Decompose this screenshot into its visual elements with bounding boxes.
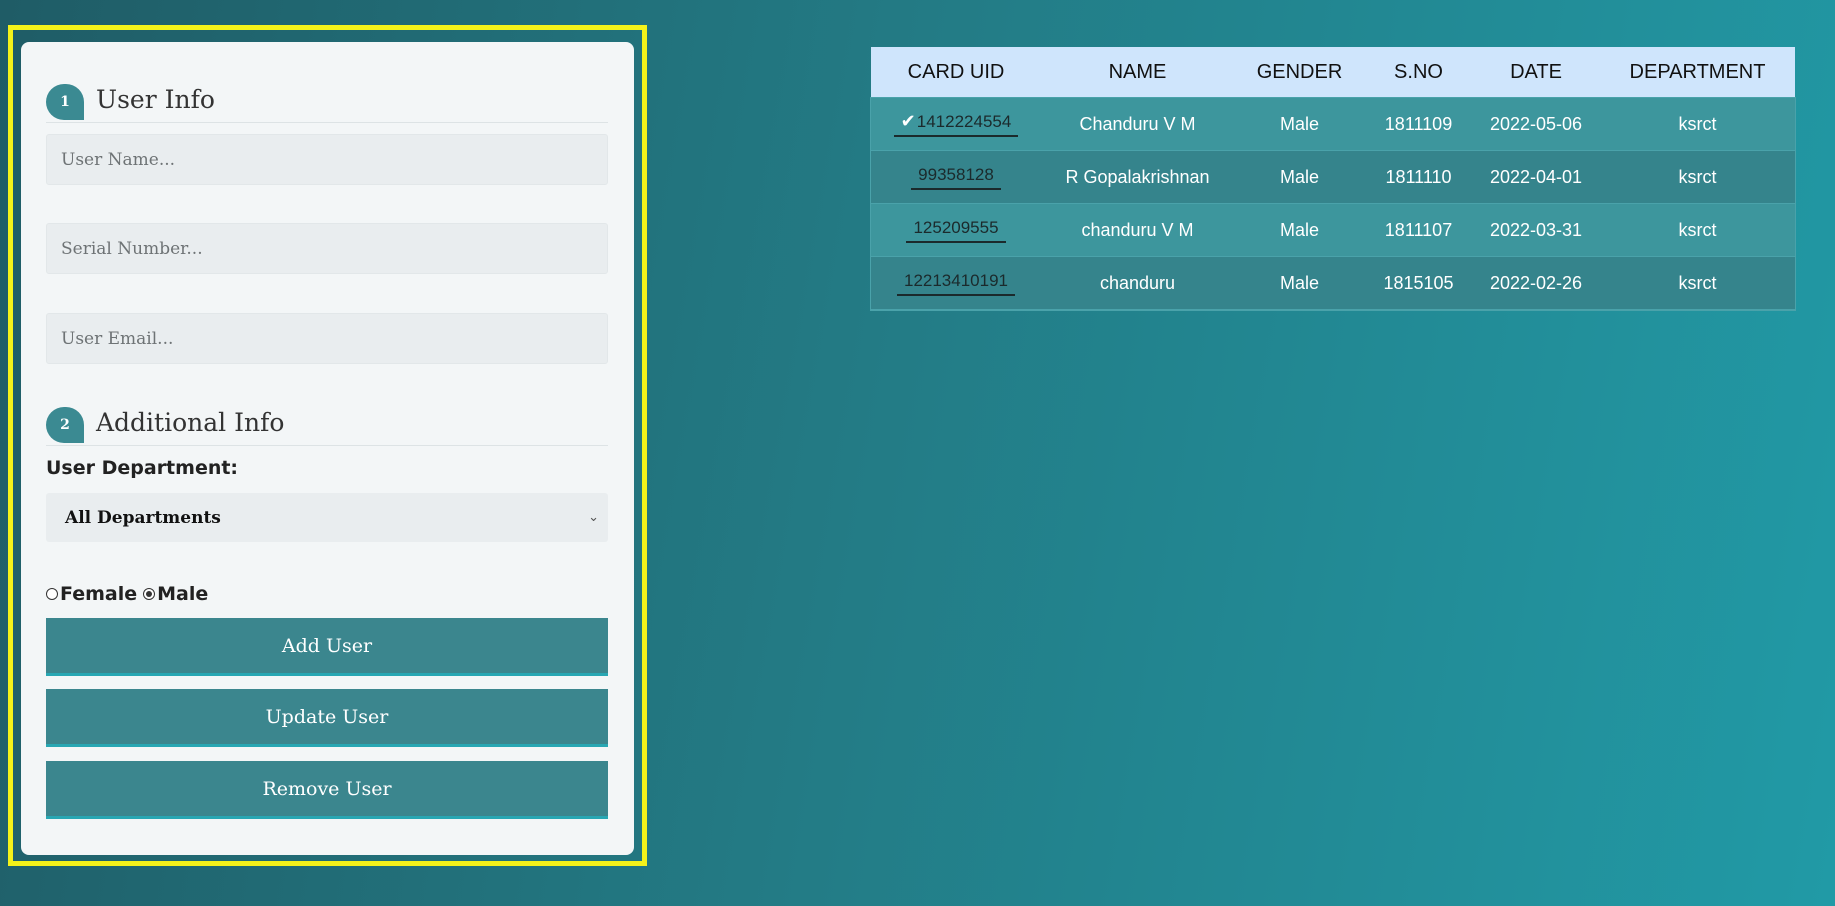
sno-cell: 1811107 bbox=[1365, 203, 1472, 257]
department-cell: ksrct bbox=[1600, 256, 1795, 310]
department-cell: ksrct bbox=[1600, 150, 1795, 204]
remove-user-button[interactable]: Remove User bbox=[46, 761, 608, 819]
header-name: NAME bbox=[1041, 47, 1234, 98]
name-cell: chanduru bbox=[1041, 256, 1234, 310]
users-table: CARD UID NAME GENDER S.NO DATE DEPARTMEN… bbox=[870, 47, 1796, 311]
header-gender: GENDER bbox=[1234, 47, 1365, 98]
user-name-input[interactable] bbox=[46, 134, 608, 185]
sno-cell: 1811110 bbox=[1365, 150, 1472, 204]
step-badge-2: 2 bbox=[46, 407, 84, 443]
add-user-button[interactable]: Add User bbox=[46, 618, 608, 676]
department-select-value: All Departments bbox=[65, 507, 221, 528]
card-uid-cell: 12213410191 bbox=[871, 256, 1041, 310]
card-uid-link[interactable]: 125209555 bbox=[906, 218, 1006, 243]
gender-cell: Male bbox=[1234, 203, 1365, 257]
update-user-button[interactable]: Update User bbox=[46, 689, 608, 747]
card-uid-cell: 99358128 bbox=[871, 150, 1041, 204]
user-email-input[interactable] bbox=[46, 313, 608, 364]
check-icon: ✔ bbox=[900, 111, 916, 131]
name-cell: Chanduru V M bbox=[1041, 98, 1234, 151]
table-row[interactable]: ✔1412224554 Chanduru V M Male 1811109 20… bbox=[871, 98, 1795, 151]
serial-number-input[interactable] bbox=[46, 223, 608, 274]
gender-radio-group: Female Male bbox=[46, 582, 208, 606]
male-label: Male bbox=[157, 583, 209, 605]
name-cell: chanduru V M bbox=[1041, 203, 1234, 257]
date-cell: 2022-05-06 bbox=[1472, 98, 1600, 151]
user-info-header: 1 User Info bbox=[46, 84, 608, 123]
table-row[interactable]: 99358128 R Gopalakrishnan Male 1811110 2… bbox=[871, 150, 1795, 204]
department-cell: ksrct bbox=[1600, 203, 1795, 257]
date-cell: 2022-02-26 bbox=[1472, 256, 1600, 310]
name-cell: R Gopalakrishnan bbox=[1041, 150, 1234, 204]
department-cell: ksrct bbox=[1600, 98, 1795, 151]
sno-cell: 1811109 bbox=[1365, 98, 1472, 151]
department-label: User Department: bbox=[46, 457, 239, 479]
sno-cell: 1815105 bbox=[1365, 256, 1472, 310]
additional-info-title: Additional Info bbox=[96, 408, 285, 437]
female-label: Female bbox=[60, 583, 138, 605]
gender-cell: Male bbox=[1234, 150, 1365, 204]
gender-cell: Male bbox=[1234, 98, 1365, 151]
header-card-uid: CARD UID bbox=[871, 47, 1041, 98]
male-radio[interactable] bbox=[143, 588, 156, 600]
header-date: DATE bbox=[1472, 47, 1600, 98]
additional-info-header: 2 Additional Info bbox=[46, 407, 608, 446]
date-cell: 2022-04-01 bbox=[1472, 150, 1600, 204]
table-row[interactable]: 12213410191 chanduru Male 1815105 2022-0… bbox=[871, 256, 1795, 310]
card-uid-link[interactable]: 99358128 bbox=[911, 165, 1001, 190]
card-uid-cell: ✔1412224554 bbox=[871, 98, 1041, 151]
department-select[interactable]: All Departments ⌄ bbox=[46, 493, 608, 542]
date-cell: 2022-03-31 bbox=[1472, 203, 1600, 257]
user-form-panel: 1 User Info 2 Additional Info User Depar… bbox=[21, 42, 634, 855]
card-uid-text: 1412224554 bbox=[916, 112, 1012, 131]
gender-cell: Male bbox=[1234, 256, 1365, 310]
chevron-down-icon: ⌄ bbox=[588, 510, 599, 525]
user-info-title: User Info bbox=[96, 85, 215, 114]
header-department: DEPARTMENT bbox=[1600, 47, 1795, 98]
card-uid-link[interactable]: ✔1412224554 bbox=[893, 111, 1019, 137]
table-header-row: CARD UID NAME GENDER S.NO DATE DEPARTMEN… bbox=[871, 47, 1795, 98]
female-radio[interactable] bbox=[46, 588, 58, 600]
card-uid-cell: 125209555 bbox=[871, 203, 1041, 257]
card-uid-link[interactable]: 12213410191 bbox=[896, 271, 1015, 296]
header-sno: S.NO bbox=[1365, 47, 1472, 98]
table-row[interactable]: 125209555 chanduru V M Male 1811107 2022… bbox=[871, 203, 1795, 257]
step-badge-1: 1 bbox=[46, 84, 84, 120]
